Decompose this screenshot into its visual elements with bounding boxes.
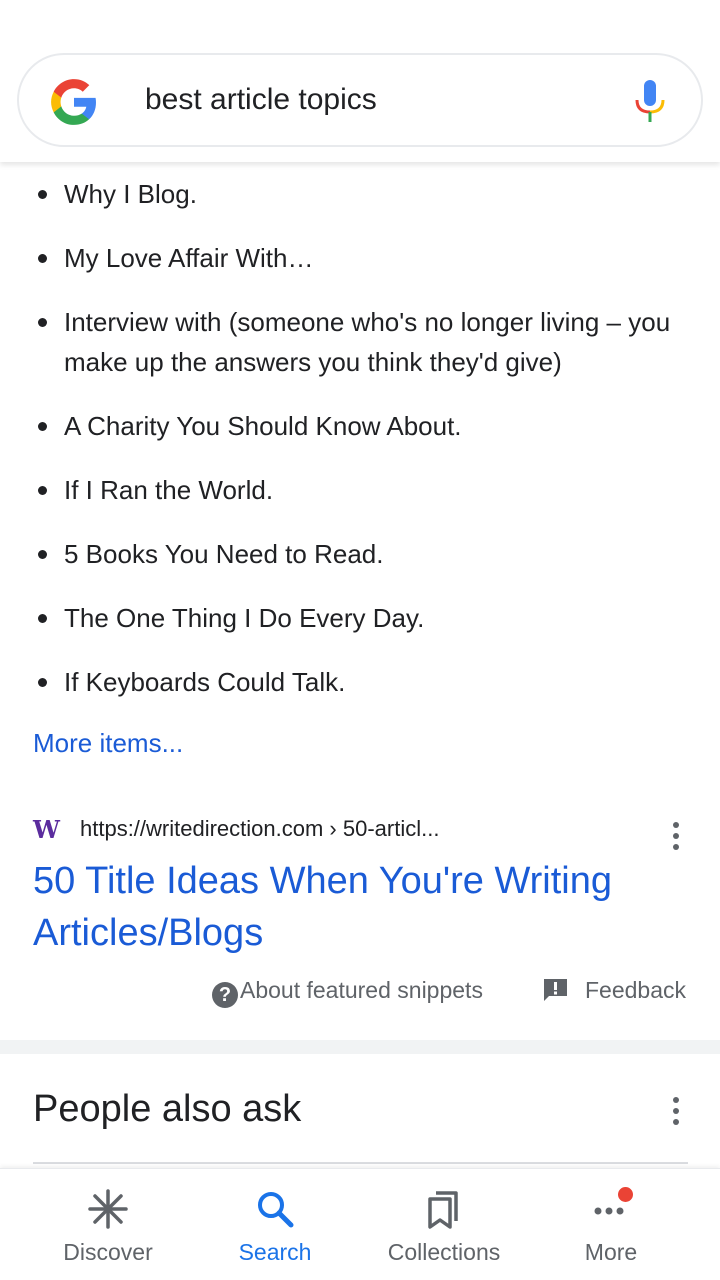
more-items-link[interactable]: More items... (33, 728, 183, 759)
list-item: If Keyboards Could Talk. (38, 662, 684, 702)
result-url[interactable]: https://writedirection.com › 50-articl..… (80, 816, 439, 842)
about-featured-snippets-link[interactable]: ? About featured snippets (212, 977, 483, 1008)
nav-label: Collections (387, 1239, 501, 1265)
list-item: If I Ran the World. (38, 470, 684, 510)
google-g-icon[interactable] (49, 77, 99, 127)
bottom-navigation: Discover Search Collections More (0, 1168, 720, 1280)
feedback-link[interactable]: Feedback (585, 977, 686, 1004)
list-item: My Love Affair With… (38, 238, 684, 278)
divider (33, 1162, 688, 1164)
search-icon (258, 1192, 294, 1228)
search-query-text[interactable]: best article topics (145, 83, 377, 117)
search-box[interactable]: best article topics (17, 53, 703, 147)
list-item: Why I Blog. (38, 174, 684, 214)
list-item: 5 Books You Need to Read. (38, 534, 684, 574)
result-source[interactable]: W https://writedirection.com › 50-articl… (33, 813, 693, 850)
nav-label: Discover (63, 1239, 153, 1265)
list-item: Interview with (someone who's no longer … (38, 302, 684, 382)
nav-label: Search (238, 1239, 312, 1265)
result-options-icon[interactable] (672, 822, 680, 852)
result-title-link[interactable]: 50 Title Ideas When You're Writing Artic… (33, 855, 683, 959)
people-also-ask-options-icon[interactable] (672, 1097, 680, 1127)
nav-discover[interactable]: Discover (38, 1169, 178, 1280)
section-divider (0, 1040, 720, 1054)
people-also-ask-heading: People also ask (33, 1088, 302, 1130)
feedback-icon[interactable] (543, 978, 568, 1002)
asterisk-icon (88, 1189, 128, 1229)
help-icon: ? (212, 982, 238, 1008)
nav-collections[interactable]: Collections (368, 1169, 520, 1280)
nav-more[interactable]: More (545, 1169, 677, 1280)
bookmarks-icon (428, 1191, 458, 1229)
nav-search[interactable]: Search (205, 1169, 345, 1280)
list-item: A Charity You Should Know About. (38, 406, 684, 446)
snippet-footer: ? About featured snippets Feedback (0, 972, 720, 1012)
notification-badge (618, 1187, 633, 1202)
list-item: The One Thing I Do Every Day. (38, 598, 684, 638)
site-favicon: W (33, 815, 60, 844)
search-header: best article topics (0, 0, 720, 162)
microphone-icon[interactable] (631, 80, 669, 124)
nav-label: More (584, 1239, 638, 1265)
